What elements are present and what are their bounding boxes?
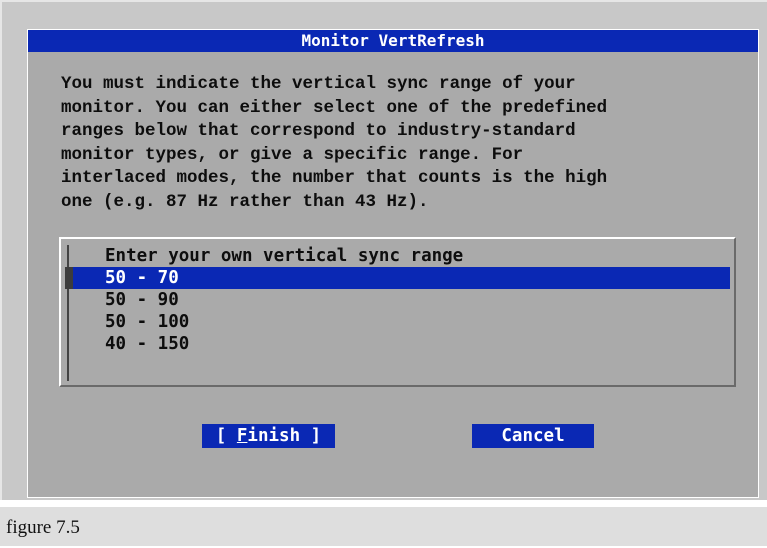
monitor-vertrefresh-dialog: Monitor VertRefresh You must indicate th… — [27, 29, 759, 498]
list-item-label: 50 - 70 — [105, 268, 179, 288]
list-item-50-90[interactable]: 50 - 90 — [69, 289, 730, 311]
screenshot-frame: Monitor VertRefresh You must indicate th… — [0, 0, 767, 500]
finish-hotkey: F — [236, 426, 248, 446]
list-item-custom-range[interactable]: Enter your own vertical sync range — [69, 245, 730, 267]
sync-range-listbox[interactable]: Enter your own vertical sync range 50 - … — [59, 237, 736, 387]
finish-label-rest: inish ] — [247, 426, 322, 446]
list-item-50-100[interactable]: 50 - 100 — [69, 311, 730, 333]
figure-caption: figure 7.5 — [0, 505, 767, 546]
listbox-content: Enter your own vertical sync range 50 - … — [65, 245, 730, 381]
list-item-50-70[interactable]: 50 - 70 — [65, 267, 730, 289]
dialog-message: You must indicate the vertical sync rang… — [61, 74, 608, 212]
dialog-title: Monitor VertRefresh — [28, 30, 758, 52]
finish-button[interactable]: [ Finish ] — [202, 424, 335, 448]
cancel-button[interactable]: Cancel — [472, 424, 594, 448]
finish-bracket-open: [ — [215, 426, 237, 446]
selection-marker — [65, 267, 73, 289]
list-item-40-150[interactable]: 40 - 150 — [69, 333, 730, 355]
